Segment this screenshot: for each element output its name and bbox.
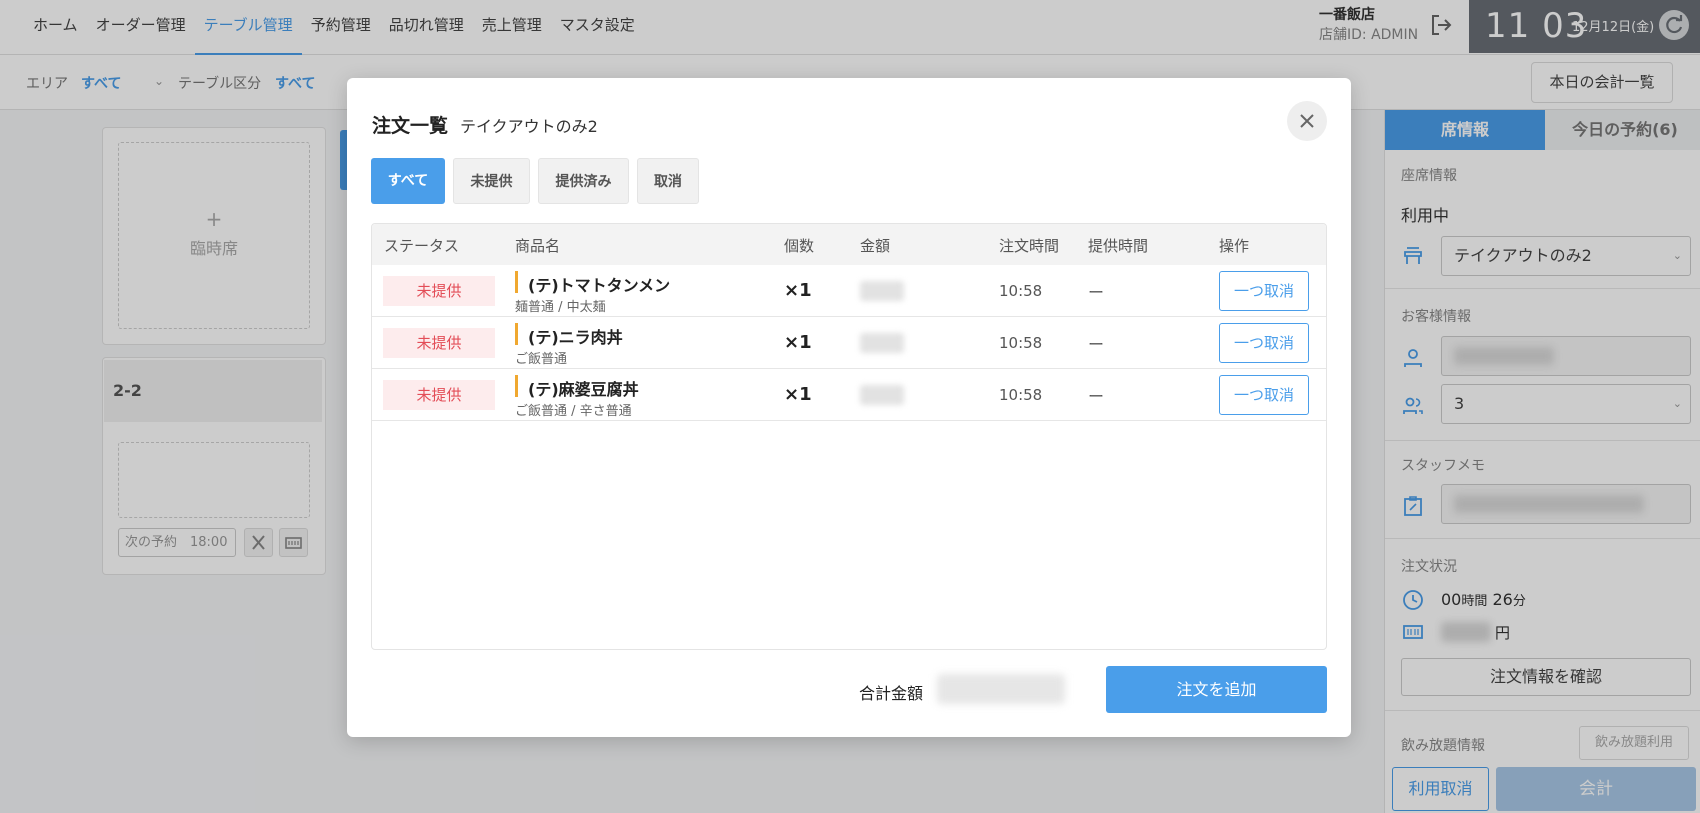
modal-subtitle: テイクアウトのみ2 bbox=[460, 117, 598, 136]
table-row: 未提供 (テ)麻婆豆腐丼 ご飯普通 / 辛さ普通 ×1 10:58 ー 一つ取消 bbox=[372, 369, 1326, 421]
status-badge: 未提供 bbox=[383, 380, 495, 410]
order-time: 10:58 bbox=[999, 334, 1043, 352]
order-time: 10:58 bbox=[999, 282, 1043, 300]
order-list-modal: 注文一覧 テイクアウトのみ2 すべて 未提供 提供済み 取消 ステータス 商品名… bbox=[347, 78, 1351, 737]
table-header: ステータス 商品名 個数 金額 注文時間 提供時間 操作 bbox=[372, 224, 1326, 265]
table-row: 未提供 (テ)ニラ肉丼 ご飯普通 ×1 10:58 ー 一つ取消 bbox=[372, 317, 1326, 369]
order-table: ステータス 商品名 個数 金額 注文時間 提供時間 操作 未提供 (テ)トマトタ… bbox=[371, 223, 1327, 650]
table-row: 未提供 (テ)トマトタンメン 麺普通 / 中太麺 ×1 10:58 ー 一つ取消 bbox=[372, 265, 1326, 317]
amount bbox=[860, 385, 904, 405]
filter-unserved[interactable]: 未提供 bbox=[453, 158, 530, 204]
product-name: (テ)トマトタンメン bbox=[528, 276, 671, 295]
served-time: ー bbox=[1088, 283, 1105, 302]
product-options: ご飯普通 bbox=[515, 352, 568, 367]
status-badge: 未提供 bbox=[383, 276, 495, 306]
product-name: (テ)麻婆豆腐丼 bbox=[528, 380, 639, 399]
total-amount-value bbox=[937, 674, 1065, 704]
add-order-button[interactable]: 注文を追加 bbox=[1106, 666, 1327, 713]
cancel-one-button[interactable]: 一つ取消 bbox=[1219, 375, 1309, 415]
col-action: 操作 bbox=[1219, 237, 1250, 255]
product-marker bbox=[515, 375, 518, 397]
col-amount: 金額 bbox=[860, 237, 891, 255]
quantity: ×1 bbox=[784, 280, 812, 301]
cancel-one-button[interactable]: 一つ取消 bbox=[1219, 323, 1309, 363]
status-badge: 未提供 bbox=[383, 328, 495, 358]
product-options: ご飯普通 / 辛さ普通 bbox=[515, 404, 632, 419]
amount bbox=[860, 281, 904, 301]
product-marker bbox=[515, 271, 518, 293]
order-time: 10:58 bbox=[999, 386, 1043, 404]
served-time: ー bbox=[1088, 387, 1105, 406]
col-qty: 個数 bbox=[784, 237, 815, 255]
col-status: ステータス bbox=[384, 237, 460, 255]
product-options: 麺普通 / 中太麺 bbox=[515, 300, 606, 315]
quantity: ×1 bbox=[784, 332, 812, 353]
cancel-one-button[interactable]: 一つ取消 bbox=[1219, 271, 1309, 311]
served-time: ー bbox=[1088, 335, 1105, 354]
filter-all[interactable]: すべて bbox=[371, 158, 445, 204]
total-amount-label: 合計金額 bbox=[859, 684, 924, 703]
filter-cancelled[interactable]: 取消 bbox=[637, 158, 699, 204]
col-product: 商品名 bbox=[515, 237, 561, 255]
modal-title: 注文一覧 bbox=[372, 115, 449, 137]
col-order-time: 注文時間 bbox=[999, 237, 1060, 255]
amount bbox=[860, 333, 904, 353]
col-served-time: 提供時間 bbox=[1088, 237, 1149, 255]
filter-served[interactable]: 提供済み bbox=[538, 158, 629, 204]
product-name: (テ)ニラ肉丼 bbox=[528, 328, 623, 347]
quantity: ×1 bbox=[784, 384, 812, 405]
product-marker bbox=[515, 323, 518, 345]
close-icon[interactable] bbox=[1287, 101, 1327, 141]
